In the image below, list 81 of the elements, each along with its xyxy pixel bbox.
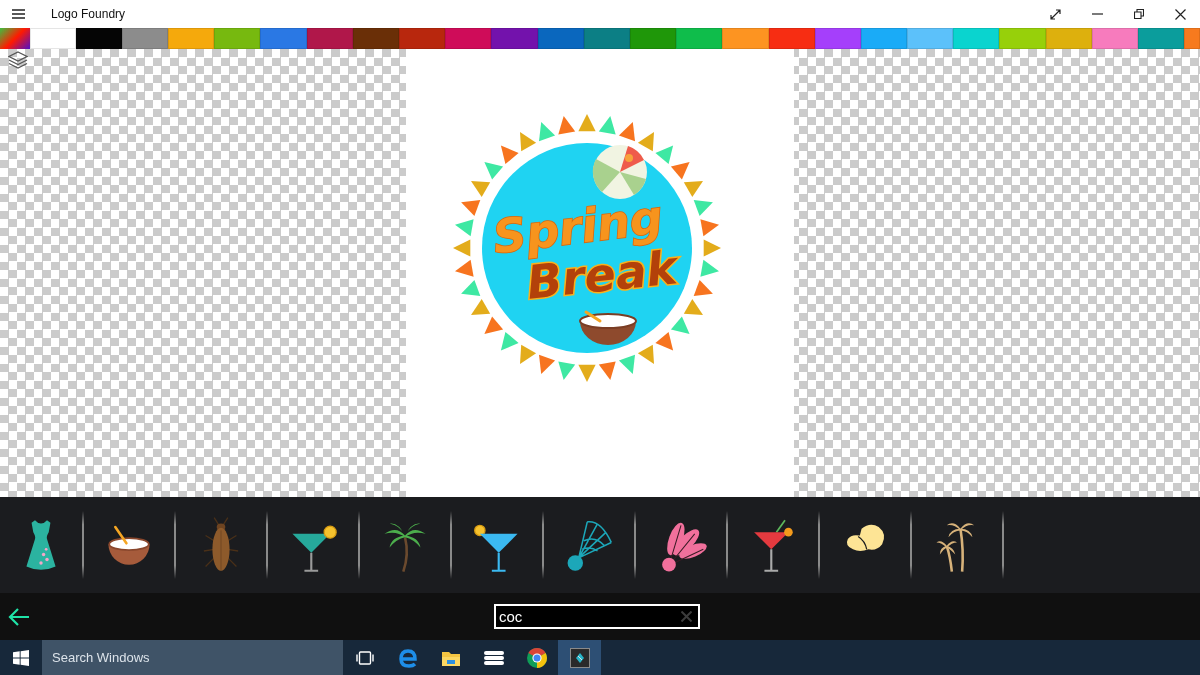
search-field[interactable]: coc xyxy=(494,604,700,629)
color-swatch[interactable] xyxy=(1045,28,1092,49)
color-swatch[interactable] xyxy=(814,28,861,49)
sun-ray xyxy=(637,132,654,152)
sun-ray xyxy=(578,364,596,382)
sun-ray xyxy=(500,145,519,165)
sun-ray xyxy=(520,132,537,152)
back-arrow-icon[interactable] xyxy=(8,607,30,626)
color-swatch[interactable] xyxy=(722,28,769,49)
sun-ray xyxy=(471,181,491,198)
color-swatch[interactable] xyxy=(306,28,353,49)
gradient-swatch[interactable] xyxy=(0,28,30,49)
sun-ray xyxy=(558,361,576,380)
color-swatch[interactable] xyxy=(768,28,815,49)
search-field[interactable]: Search Windows xyxy=(42,640,343,675)
app-icon xyxy=(569,647,590,668)
color-swatch[interactable] xyxy=(1138,28,1185,49)
color-swatch[interactable] xyxy=(352,28,399,49)
sun-ray xyxy=(693,200,713,217)
color-swatch[interactable] xyxy=(1184,28,1200,49)
sun-ray xyxy=(655,331,674,351)
color-swatch[interactable] xyxy=(629,28,677,49)
minimize-icon[interactable] xyxy=(1091,13,1103,15)
color-swatch[interactable] xyxy=(676,28,723,49)
sun-ray xyxy=(461,279,481,296)
coconut-icon xyxy=(579,310,637,345)
sun-ray xyxy=(453,239,471,257)
sun-ray xyxy=(618,122,635,142)
window-title: Logo Foundry xyxy=(51,6,126,23)
sun-ray xyxy=(693,279,713,296)
sun-ray xyxy=(484,161,504,180)
stack-icon xyxy=(482,649,505,666)
sun-ray xyxy=(670,161,690,180)
layers-icon[interactable] xyxy=(8,51,28,69)
sun-ray xyxy=(670,316,690,335)
sun-ray xyxy=(500,331,519,351)
color-swatch[interactable] xyxy=(1091,28,1138,49)
sun-ray xyxy=(598,116,616,135)
sun-ray xyxy=(455,219,474,237)
color-swatch[interactable] xyxy=(214,28,261,49)
color-swatch[interactable] xyxy=(491,28,538,49)
sun-ray xyxy=(700,259,719,277)
sun-ray xyxy=(618,354,635,374)
sun-ray xyxy=(539,122,556,142)
sun-ray xyxy=(455,259,474,277)
sun-ray xyxy=(683,298,703,315)
color-swatch[interactable] xyxy=(399,28,446,49)
sun-ray xyxy=(700,219,719,237)
sun-ray xyxy=(484,316,504,335)
windows-start-icon[interactable] xyxy=(13,649,29,666)
color-swatch[interactable] xyxy=(168,28,215,49)
beach-ball-icon xyxy=(592,145,647,199)
sun-ray xyxy=(655,145,674,165)
color-swatch[interactable] xyxy=(907,28,954,49)
chrome-icon xyxy=(525,646,548,669)
color-swatch[interactable] xyxy=(583,28,630,49)
sun-ray xyxy=(598,361,616,380)
fullscreen-icon[interactable] xyxy=(1049,8,1061,20)
color-swatch[interactable] xyxy=(953,28,1000,49)
sun-ray xyxy=(683,181,703,198)
sun-ray xyxy=(703,239,721,257)
sun-ray xyxy=(520,344,537,364)
color-swatch[interactable] xyxy=(999,28,1046,49)
color-swatch[interactable] xyxy=(260,28,307,49)
sun-ray xyxy=(637,344,654,364)
sun-ray xyxy=(461,200,481,217)
color-swatch[interactable] xyxy=(29,28,76,49)
sun-ray xyxy=(539,354,556,374)
sun-ray xyxy=(471,298,491,315)
menu-icon[interactable] xyxy=(12,9,25,19)
color-swatch[interactable] xyxy=(445,28,492,49)
color-swatch[interactable] xyxy=(121,28,169,49)
sun-ray xyxy=(578,114,596,132)
sun-ray xyxy=(558,116,576,135)
color-swatch[interactable] xyxy=(860,28,908,49)
browser-icon xyxy=(397,647,418,668)
task-view-icon xyxy=(355,650,374,665)
restore-icon[interactable] xyxy=(1134,9,1144,19)
close-icon[interactable] xyxy=(1174,8,1186,20)
color-swatch[interactable] xyxy=(537,28,584,49)
color-swatch[interactable] xyxy=(75,28,122,49)
